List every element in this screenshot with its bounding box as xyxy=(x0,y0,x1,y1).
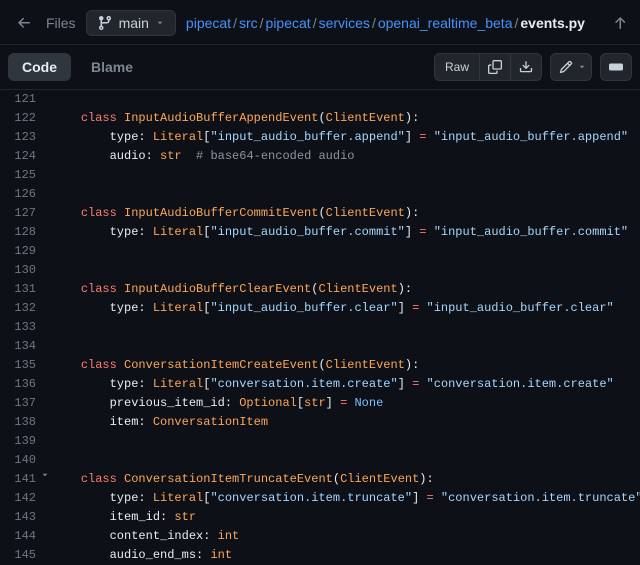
line-number[interactable]: 127 xyxy=(0,204,52,223)
code-text: audio: str # base64-encoded audio xyxy=(52,147,640,166)
breadcrumb: pipecat/src/pipecat/services/openai_real… xyxy=(186,15,585,31)
code-text: class ConversationItemTruncateEvent(Clie… xyxy=(52,470,640,489)
code-line: 123 type: Literal["input_audio_buffer.ap… xyxy=(0,128,640,147)
line-number[interactable]: 125 xyxy=(0,166,52,185)
crumb-1[interactable]: src xyxy=(239,15,258,31)
code-line: 128 type: Literal["input_audio_buffer.co… xyxy=(0,223,640,242)
line-number[interactable]: 123 xyxy=(0,128,52,147)
line-number[interactable]: 145 xyxy=(0,546,52,565)
code-line: 126 xyxy=(0,185,640,204)
caret-down-icon xyxy=(155,18,165,28)
crumb-file: events.py xyxy=(520,15,585,31)
code-text: class InputAudioBufferAppendEvent(Client… xyxy=(52,109,640,128)
code-line: 133 xyxy=(0,318,640,337)
code-line: 138 item: ConversationItem xyxy=(0,413,640,432)
line-number[interactable]: 131 xyxy=(0,280,52,299)
code-line: 129 xyxy=(0,242,640,261)
tab-blame[interactable]: Blame xyxy=(77,53,147,81)
copy-icon[interactable] xyxy=(480,53,511,81)
more-icon[interactable] xyxy=(600,53,632,81)
code-text: type: Literal["input_audio_buffer.clear"… xyxy=(52,299,640,318)
line-number[interactable]: 121 xyxy=(0,90,52,109)
code-line: 143 item_id: str xyxy=(0,508,640,527)
line-number[interactable]: 134 xyxy=(0,337,52,356)
line-number[interactable]: 130 xyxy=(0,261,52,280)
code-line: 125 xyxy=(0,166,640,185)
line-number[interactable]: 140 xyxy=(0,451,52,470)
file-toolbar: Code Blame Raw xyxy=(0,45,640,90)
files-link[interactable]: Files xyxy=(46,15,76,31)
code-line: 127 class InputAudioBufferCommitEvent(Cl… xyxy=(0,204,640,223)
line-number[interactable]: 139 xyxy=(0,432,52,451)
crumb-4[interactable]: openai_realtime_beta xyxy=(378,15,513,31)
line-number[interactable]: 137 xyxy=(0,394,52,413)
line-number[interactable]: 126 xyxy=(0,185,52,204)
code-text: type: Literal["conversation.item.truncat… xyxy=(52,489,640,508)
code-line: 131 class InputAudioBufferClearEvent(Cli… xyxy=(0,280,640,299)
line-number[interactable]: 128 xyxy=(0,223,52,242)
line-number[interactable]: 141 xyxy=(0,470,52,489)
file-header: Files main pipecat/src/pipecat/services/… xyxy=(0,0,640,45)
code-text: content_index: int xyxy=(52,527,640,546)
code-line: 139 xyxy=(0,432,640,451)
scroll-top-icon[interactable] xyxy=(612,15,628,31)
line-number[interactable]: 143 xyxy=(0,508,52,527)
branch-icon xyxy=(97,15,113,31)
crumb-0[interactable]: pipecat xyxy=(186,15,231,31)
back-arrow-icon[interactable] xyxy=(12,11,36,35)
line-number[interactable]: 122 xyxy=(0,109,52,128)
code-text: type: Literal["input_audio_buffer.append… xyxy=(52,128,640,147)
code-text: audio_end_ms: int xyxy=(52,546,640,565)
line-number[interactable]: 142 xyxy=(0,489,52,508)
raw-button[interactable]: Raw xyxy=(434,53,480,81)
code-line: 140 xyxy=(0,451,640,470)
line-number[interactable]: 136 xyxy=(0,375,52,394)
code-line: 142 type: Literal["conversation.item.tru… xyxy=(0,489,640,508)
code-line: 137 previous_item_id: Optional[str] = No… xyxy=(0,394,640,413)
branch-selector[interactable]: main xyxy=(86,10,176,36)
line-number[interactable]: 124 xyxy=(0,147,52,166)
code-line: 144 content_index: int xyxy=(0,527,640,546)
code-line: 136 type: Literal["conversation.item.cre… xyxy=(0,375,640,394)
download-icon[interactable] xyxy=(511,53,542,81)
code-text: item_id: str xyxy=(52,508,640,527)
code-line: 134 xyxy=(0,337,640,356)
code-line: 135 class ConversationItemCreateEvent(Cl… xyxy=(0,356,640,375)
toolbar-right: Raw xyxy=(434,53,632,81)
code-viewer[interactable]: 121122 class InputAudioBufferAppendEvent… xyxy=(0,90,640,565)
code-line: 141 class ConversationItemTruncateEvent(… xyxy=(0,470,640,489)
caret-down-icon xyxy=(577,62,587,72)
crumb-2[interactable]: pipecat xyxy=(266,15,311,31)
line-number[interactable]: 144 xyxy=(0,527,52,546)
line-number[interactable]: 129 xyxy=(0,242,52,261)
tab-code[interactable]: Code xyxy=(8,53,71,81)
line-number[interactable]: 135 xyxy=(0,356,52,375)
code-text: class InputAudioBufferCommitEvent(Client… xyxy=(52,204,640,223)
line-number[interactable]: 133 xyxy=(0,318,52,337)
code-line: 130 xyxy=(0,261,640,280)
code-line: 121 xyxy=(0,90,640,109)
code-text: type: Literal["conversation.item.create"… xyxy=(52,375,640,394)
code-line: 132 type: Literal["input_audio_buffer.cl… xyxy=(0,299,640,318)
chevron-down-icon[interactable] xyxy=(40,470,50,480)
code-text: item: ConversationItem xyxy=(52,413,640,432)
code-line: 124 audio: str # base64-encoded audio xyxy=(0,147,640,166)
line-number[interactable]: 132 xyxy=(0,299,52,318)
code-text: class ConversationItemCreateEvent(Client… xyxy=(52,356,640,375)
edit-icon[interactable] xyxy=(550,53,592,81)
code-line: 122 class InputAudioBufferAppendEvent(Cl… xyxy=(0,109,640,128)
code-line: 145 audio_end_ms: int xyxy=(0,546,640,565)
code-text: class InputAudioBufferClearEvent(ClientE… xyxy=(52,280,640,299)
crumb-3[interactable]: services xyxy=(319,15,370,31)
line-number[interactable]: 138 xyxy=(0,413,52,432)
code-text: type: Literal["input_audio_buffer.commit… xyxy=(52,223,640,242)
code-text: previous_item_id: Optional[str] = None xyxy=(52,394,640,413)
branch-name: main xyxy=(119,15,149,31)
